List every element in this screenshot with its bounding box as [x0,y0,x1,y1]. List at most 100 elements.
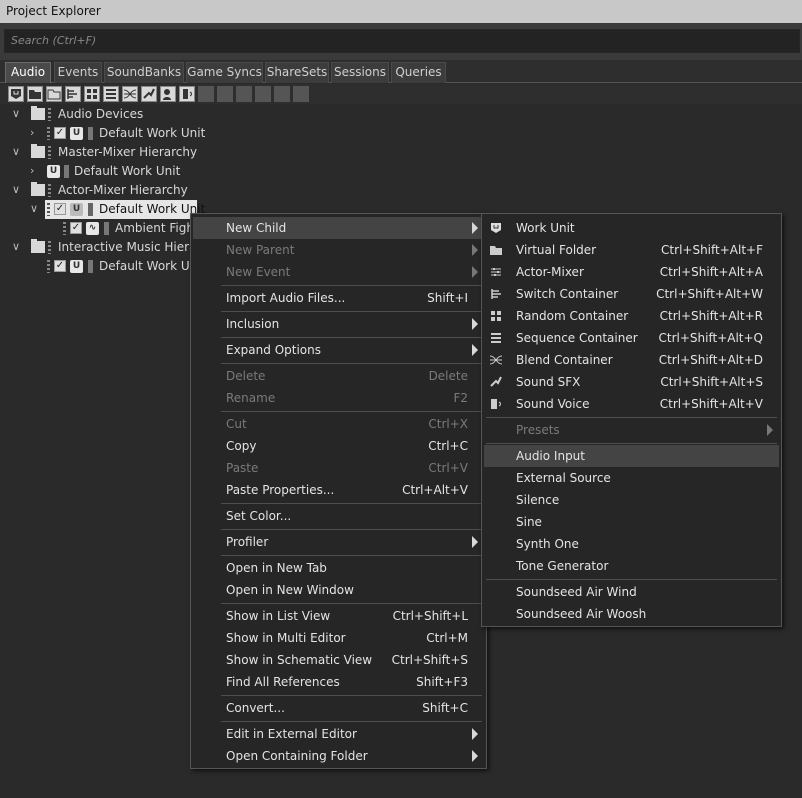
chevron-right-icon[interactable]: › [30,126,42,140]
tab-game-syncs[interactable]: Game Syncs [186,62,263,83]
virtual-folder-icon[interactable] [46,86,62,102]
include-checkbox[interactable]: ✓ [54,127,66,139]
chevron-right-icon[interactable]: › [30,164,42,178]
menu-item-convert[interactable]: Convert... Shift+C [193,697,484,719]
chevron-down-icon[interactable]: ∨ [12,183,24,197]
menu-item-open-new-tab[interactable]: Open in New Tab [193,557,484,579]
menu-label: Silence [516,493,560,507]
drag-handle[interactable] [48,146,51,159]
sound-sfx-icon[interactable] [141,86,157,102]
include-checkbox[interactable]: ✓ [70,222,82,234]
menu-label: Open in New Window [226,583,354,597]
tab-soundbanks[interactable]: SoundBanks [104,62,184,83]
menu-item-open-new-window[interactable]: Open in New Window [193,579,484,601]
sound-voice-alt-icon[interactable] [179,86,195,102]
submenu-item-work-unit[interactable]: Work Unit [484,217,779,239]
submenu-item-air-woosh[interactable]: Soundseed Air Woosh [484,603,779,625]
chevron-right-icon [472,222,478,234]
menu-label: Delete [226,369,266,383]
tree-item-audio-devices[interactable]: ∨ Audio Devices [0,105,300,124]
chevron-down-icon[interactable]: ∨ [30,202,42,216]
chevron-down-icon[interactable]: ∨ [12,240,24,254]
drag-handle[interactable] [48,108,51,121]
actor-mixer-icon [489,265,503,279]
menu-item-import-audio[interactable]: Import Audio Files... Shift+I [193,287,484,309]
sequence-container-icon[interactable] [103,86,119,102]
tree-item-audio-devices-wu[interactable]: › ✓ U Default Work Unit [0,124,300,143]
drag-handle[interactable] [48,184,51,197]
drag-handle[interactable] [47,127,50,140]
work-unit-icon[interactable] [8,86,24,102]
chevron-down-icon[interactable]: ∨ [12,107,24,121]
menu-item-open-folder[interactable]: Open Containing Folder [193,745,484,767]
menu-shortcut: Ctrl+Shift+Alt+Q [658,331,763,345]
include-checkbox[interactable]: ✓ [54,260,66,272]
submenu-item-blend-container[interactable]: Blend Container Ctrl+Shift+Alt+D [484,349,779,371]
tab-events[interactable]: Events [54,62,102,83]
menu-separator [221,503,482,504]
menu-item-paste-properties[interactable]: Paste Properties... Ctrl+Alt+V [193,479,484,501]
menu-item-show-schematic[interactable]: Show in Schematic View Ctrl+Shift+S [193,649,484,671]
search-input[interactable]: Search (Ctrl+F) [4,29,800,53]
submenu-item-sound-sfx[interactable]: Sound SFX Ctrl+Shift+Alt+S [484,371,779,393]
menu-label: Show in List View [226,609,331,623]
tab-sessions[interactable]: Sessions [331,62,389,83]
submenu-item-switch-container[interactable]: Switch Container Ctrl+Shift+Alt+W [484,283,779,305]
submenu-item-sine[interactable]: Sine [484,511,779,533]
chevron-right-icon [767,424,773,436]
menu-item-expand-options[interactable]: Expand Options [193,339,484,361]
submenu-item-audio-input[interactable]: Audio Input [484,445,779,467]
menu-item-inclusion[interactable]: Inclusion [193,313,484,335]
submenu-item-sequence-container[interactable]: Sequence Container Ctrl+Shift+Alt+Q [484,327,779,349]
submenu-item-random-container[interactable]: Random Container Ctrl+Shift+Alt+R [484,305,779,327]
menu-item-set-color[interactable]: Set Color... [193,505,484,527]
drag-handle[interactable] [47,260,50,273]
switch-container-icon[interactable] [65,86,81,102]
sound-voice-icon [489,397,503,411]
tab-audio[interactable]: Audio [5,62,51,83]
menu-item-show-list-view[interactable]: Show in List View Ctrl+Shift+L [193,605,484,627]
drag-handle[interactable] [48,241,51,254]
menu-separator [221,285,482,286]
tree-item-actor-mixer[interactable]: ∨ Actor-Mixer Hierarchy [0,181,300,200]
tab-queries[interactable]: Queries [391,62,446,83]
menu-label: Set Color... [226,509,292,523]
menu-item-edit-external[interactable]: Edit in External Editor [193,723,484,745]
menu-item-show-multi-editor[interactable]: Show in Multi Editor Ctrl+M [193,627,484,649]
tree-item-master-mixer-wu[interactable]: › U Default Work Unit [0,162,300,181]
tab-sharesets[interactable]: ShareSets [265,62,329,83]
menu-item-find-references[interactable]: Find All References Shift+F3 [193,671,484,693]
tree-item-selected[interactable]: ✓ U Default Work Unit [45,200,205,219]
tree-item-master-mixer[interactable]: ∨ Master-Mixer Hierarchy [0,143,300,162]
submenu-item-external-source[interactable]: External Source [484,467,779,489]
tree-label: Master-Mixer Hierarchy [58,145,198,159]
menu-shortcut: Ctrl+Shift+Alt+S [660,375,763,389]
menu-label: Paste [226,461,259,475]
submenu-item-actor-mixer[interactable]: Actor-Mixer Ctrl+Shift+Alt+A [484,261,779,283]
menu-label: Sine [516,515,542,529]
menu-item-copy[interactable]: Copy Ctrl+C [193,435,484,457]
tree-label: Default Work Unit [74,164,181,178]
random-container-icon[interactable] [84,86,100,102]
blend-container-icon[interactable] [122,86,138,102]
drag-handle[interactable] [63,222,66,235]
drag-handle[interactable] [47,203,50,216]
submenu-item-synth-one[interactable]: Synth One [484,533,779,555]
menu-item-paste: Paste Ctrl+V [193,457,484,479]
chevron-right-icon [472,536,478,548]
menu-shortcut: Shift+F3 [416,675,468,689]
folder-icon[interactable] [27,86,43,102]
menu-label: Random Container [516,309,629,323]
chevron-down-icon[interactable]: ∨ [12,145,24,159]
submenu-item-sound-voice[interactable]: Sound Voice Ctrl+Shift+Alt+V [484,393,779,415]
menu-item-new-child[interactable]: New Child [193,217,484,239]
submenu-item-tone-generator[interactable]: Tone Generator [484,555,779,577]
folder-icon [31,182,45,196]
submenu-item-air-wind[interactable]: Soundseed Air Wind [484,581,779,603]
switch-container-icon [489,287,503,301]
menu-item-profiler[interactable]: Profiler [193,531,484,553]
include-checkbox[interactable]: ✓ [54,203,66,215]
sound-voice-icon[interactable] [160,86,176,102]
submenu-item-virtual-folder[interactable]: Virtual Folder Ctrl+Shift+Alt+F [484,239,779,261]
submenu-item-silence[interactable]: Silence [484,489,779,511]
